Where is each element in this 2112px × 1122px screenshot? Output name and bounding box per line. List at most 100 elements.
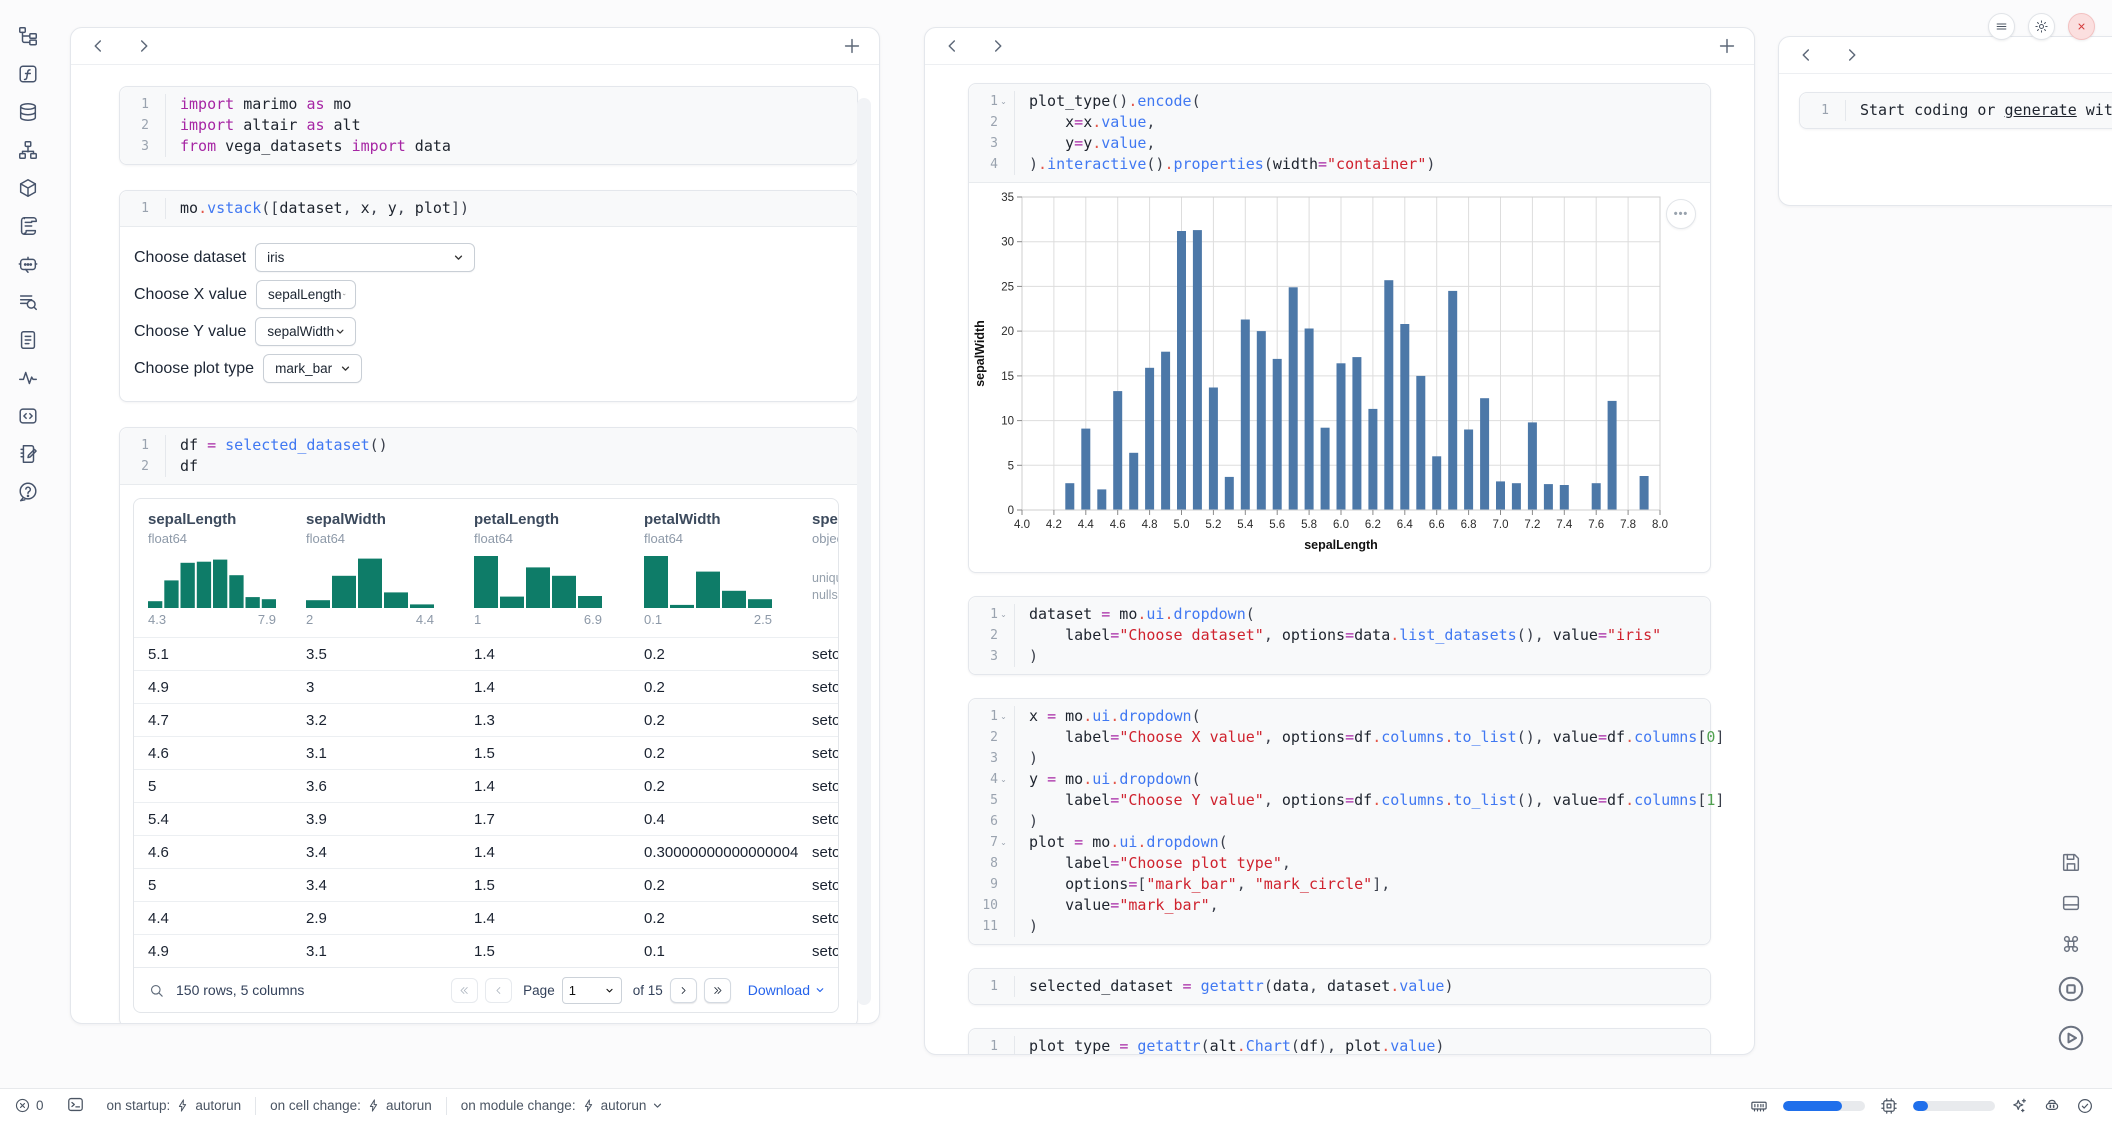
column-header[interactable]: speciesobjectuniquenulls:: [798, 511, 839, 627]
altair-bar-chart[interactable]: 4.04.24.44.64.85.05.25.45.65.86.06.26.46…: [970, 187, 1710, 560]
code-line[interactable]: 1df = selected_dataset(): [120, 435, 857, 456]
interrupt-button[interactable]: [2056, 974, 2086, 1004]
expand-right-icon[interactable]: [1841, 44, 1863, 66]
code-line[interactable]: 7⌄plot = mo.ui.dropdown(: [969, 832, 1710, 853]
rail-snippets-button[interactable]: [14, 402, 42, 430]
dropdown-select[interactable]: mark_bar: [263, 354, 362, 383]
layout-toggle-button[interactable]: [2060, 892, 2082, 914]
connection-status-button[interactable]: [2076, 1097, 2094, 1115]
code-line[interactable]: 1plot_type = getattr(alt.Chart(df), plot…: [969, 1036, 1710, 1055]
table-row[interactable]: 4.63.11.50.2setosa: [134, 736, 838, 769]
keyboard-shortcuts-button[interactable]: [2060, 933, 2082, 955]
code-line[interactable]: 2import altair as alt: [120, 115, 857, 136]
table-row[interactable]: 4.931.40.2setosa: [134, 670, 838, 703]
code-line[interactable]: 8 label="Choose plot type",: [969, 853, 1710, 874]
collapse-left-icon[interactable]: [941, 35, 963, 57]
run-button[interactable]: [2056, 1023, 2086, 1053]
column-header[interactable]: sepalLengthfloat644.37.9: [134, 511, 292, 627]
menu-button[interactable]: [1988, 13, 2015, 40]
code-editor[interactable]: 1⌄x = mo.ui.dropdown(2 label="Choose X v…: [969, 699, 1710, 944]
code-line[interactable]: 5 label="Choose Y value", options=df.col…: [969, 790, 1710, 811]
page-select[interactable]: 1: [562, 977, 622, 1004]
code-editor[interactable]: 1selected_dataset = getattr(data, datase…: [969, 969, 1710, 1004]
code-editor[interactable]: 1plot_type = getattr(alt.Chart(df), plot…: [969, 1029, 1710, 1055]
table-row[interactable]: 4.93.11.50.1setosa: [134, 934, 838, 967]
save-button[interactable]: [2060, 851, 2082, 873]
chart-actions-button[interactable]: •••: [1666, 199, 1696, 229]
code-line[interactable]: 10 value="mark_bar",: [969, 895, 1710, 916]
rail-logs-search-button[interactable]: [14, 288, 42, 316]
last-page-button[interactable]: [704, 978, 731, 1003]
table-row[interactable]: 4.63.41.40.30000000000000004setosa: [134, 835, 838, 868]
dropdown-select[interactable]: sepalWidth: [255, 317, 356, 346]
dropdown-select[interactable]: iris: [255, 243, 475, 272]
code-line[interactable]: 1⌄x = mo.ui.dropdown(: [969, 706, 1710, 727]
run-mode-toggle[interactable]: on module change:autorun: [461, 1098, 665, 1113]
dropdown-select[interactable]: sepalLength: [256, 280, 356, 309]
code-line[interactable]: 3): [969, 646, 1710, 667]
code-editor[interactable]: 1 Start coding or generate with: [1800, 93, 2112, 128]
code-line[interactable]: 6): [969, 811, 1710, 832]
code-line[interactable]: 4).interactive().properties(width="conta…: [969, 154, 1710, 175]
next-page-button[interactable]: [670, 978, 697, 1003]
column-header[interactable]: sepalWidthfloat6424.4: [292, 511, 460, 627]
code-line[interactable]: 1⌄dataset = mo.ui.dropdown(: [969, 604, 1710, 625]
collapse-left-icon[interactable]: [1795, 44, 1817, 66]
settings-button[interactable]: [2028, 13, 2055, 40]
code-line[interactable]: 1import marimo as mo: [120, 94, 857, 115]
table-row[interactable]: 5.43.91.70.4setosa: [134, 802, 838, 835]
code-line[interactable]: 3 y=y.value,: [969, 133, 1710, 154]
rail-database-button[interactable]: [14, 98, 42, 126]
column-header[interactable]: petalWidthfloat640.12.5: [630, 511, 798, 627]
expand-right-icon[interactable]: [133, 35, 155, 57]
code-line[interactable]: 3): [969, 748, 1710, 769]
code-editor[interactable]: 1mo.vstack([dataset, x, y, plot]): [120, 191, 857, 226]
search-icon[interactable]: [148, 982, 165, 999]
code-line[interactable]: 3from vega_datasets import data: [120, 136, 857, 157]
generate-with-ai-link[interactable]: generate: [2005, 101, 2077, 119]
code-editor[interactable]: 1⌄plot_type().encode(2 x=x.value,3 y=y.v…: [969, 84, 1710, 182]
expand-right-icon[interactable]: [987, 35, 1009, 57]
left-panel-scrollbar[interactable]: [857, 98, 871, 1005]
code-line[interactable]: 9 options=["mark_bar", "mark_circle"],: [969, 874, 1710, 895]
code-editor[interactable]: 1⌄dataset = mo.ui.dropdown(2 label="Choo…: [969, 597, 1710, 674]
code-line[interactable]: 1⌄plot_type().encode(: [969, 91, 1710, 112]
rail-file-tree-button[interactable]: [14, 22, 42, 50]
download-button[interactable]: Download: [748, 982, 826, 998]
error-indicator[interactable]: 0: [14, 1097, 44, 1114]
close-panel-button[interactable]: [2068, 13, 2095, 40]
add-cell-button[interactable]: [1716, 35, 1738, 57]
code-line[interactable]: 4⌄y = mo.ui.dropdown(: [969, 769, 1710, 790]
rail-functions-button[interactable]: [14, 60, 42, 88]
fold-chevron-icon[interactable]: ⌄: [998, 91, 1009, 112]
rail-help-button[interactable]: [14, 478, 42, 506]
rail-scratchpad-button[interactable]: [14, 440, 42, 468]
ai-assistant-button[interactable]: [2010, 1097, 2028, 1115]
code-line[interactable]: 1selected_dataset = getattr(data, datase…: [969, 976, 1710, 997]
add-cell-button[interactable]: [841, 35, 863, 57]
run-mode-toggle[interactable]: on cell change:autorun: [270, 1098, 432, 1113]
fold-chevron-icon[interactable]: ⌄: [998, 604, 1009, 625]
column-header[interactable]: petalLengthfloat6416.9: [460, 511, 630, 627]
table-row[interactable]: 53.61.40.2setosa: [134, 769, 838, 802]
previous-page-button[interactable]: [485, 978, 512, 1003]
rail-package-button[interactable]: [14, 174, 42, 202]
first-page-button[interactable]: [451, 978, 478, 1003]
copilot-button[interactable]: [2043, 1097, 2061, 1115]
rail-activity-tracer-button[interactable]: [14, 364, 42, 392]
rail-dependency-graph-button[interactable]: [14, 136, 42, 164]
fold-chevron-icon[interactable]: ⌄: [998, 832, 1009, 853]
fold-chevron-icon[interactable]: ⌄: [998, 769, 1009, 790]
code-editor[interactable]: 1df = selected_dataset()2df: [120, 428, 857, 484]
rail-documentation-button[interactable]: [14, 326, 42, 354]
code-editor[interactable]: 1import marimo as mo2import altair as al…: [120, 87, 857, 164]
table-row[interactable]: 53.41.50.2setosa: [134, 868, 838, 901]
code-line[interactable]: 2 label="Choose X value", options=df.col…: [969, 727, 1710, 748]
rail-chat-assistant-button[interactable]: [14, 250, 42, 278]
rail-script-button[interactable]: [14, 212, 42, 240]
code-line[interactable]: 1mo.vstack([dataset, x, y, plot]): [120, 198, 857, 219]
code-line[interactable]: 11): [969, 916, 1710, 937]
code-line[interactable]: 2 label="Choose dataset", options=data.l…: [969, 625, 1710, 646]
table-row[interactable]: 5.13.51.40.2setosa: [134, 637, 838, 670]
code-line[interactable]: 2df: [120, 456, 857, 477]
